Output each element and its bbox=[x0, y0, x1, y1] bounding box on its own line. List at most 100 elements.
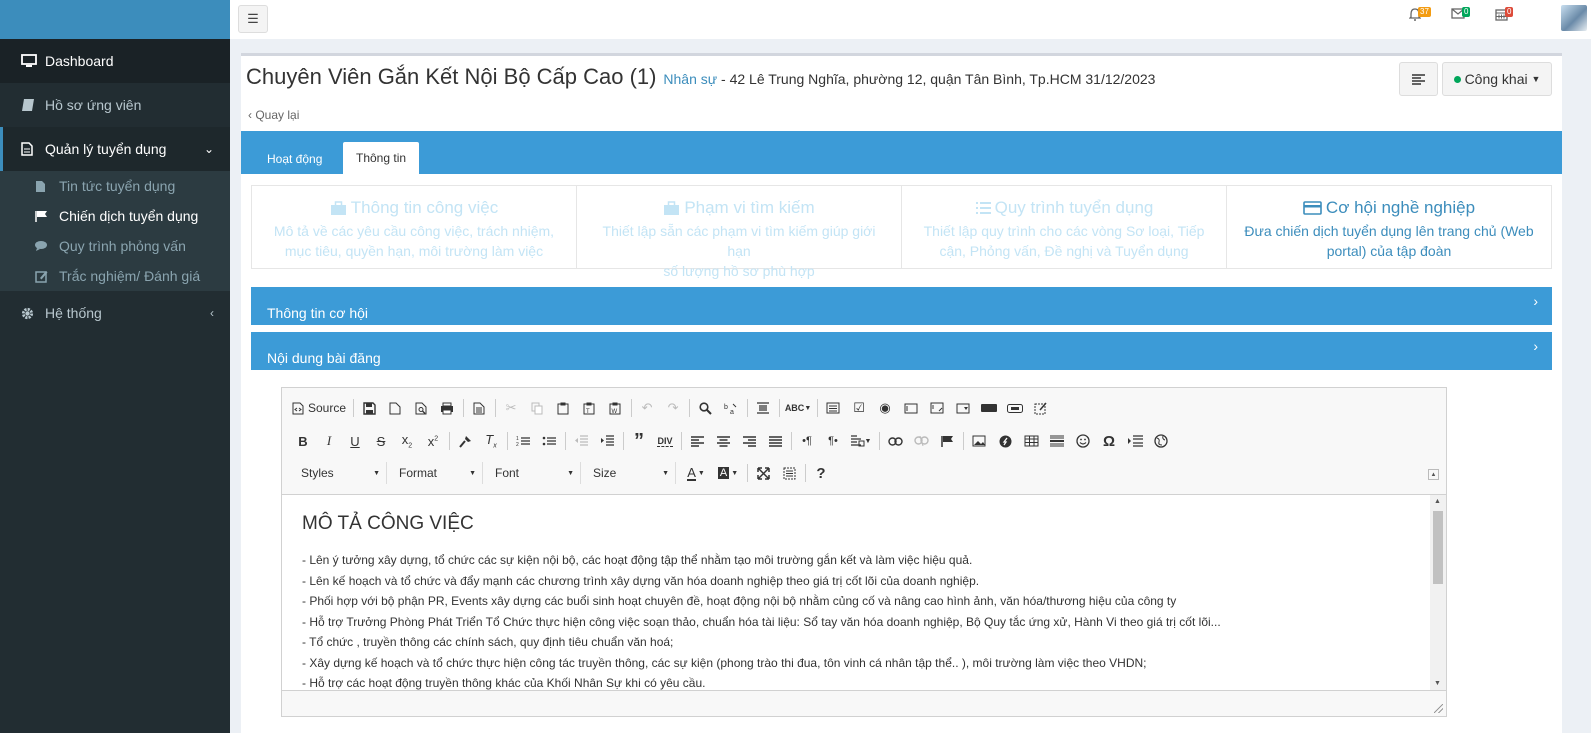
align-left-button[interactable] bbox=[686, 430, 708, 452]
bold-button[interactable]: B bbox=[292, 430, 314, 452]
paste-text-button[interactable]: T bbox=[578, 397, 600, 419]
anchor-button[interactable] bbox=[936, 430, 958, 452]
smiley-button[interactable] bbox=[1072, 430, 1094, 452]
remove-format-button[interactable]: Tx bbox=[480, 430, 502, 452]
messages-button[interactable]: 0 bbox=[1451, 7, 1471, 19]
select-all-button[interactable] bbox=[752, 397, 774, 419]
textfield-button[interactable] bbox=[900, 397, 922, 419]
unlink-button[interactable] bbox=[910, 430, 932, 452]
sidebar-subitem-interview[interactable]: Quy trình phỏng vấn bbox=[0, 231, 230, 261]
superscript-button[interactable]: x2 bbox=[422, 430, 444, 452]
scroll-up-icon[interactable]: ▲ bbox=[1434, 498, 1441, 505]
step-recruitment-process[interactable]: Quy trình tuyển dụng Thiết lập quy trình… bbox=[902, 186, 1227, 268]
sidebar-subitem-campaigns[interactable]: Chiến dịch tuyển dụng bbox=[0, 201, 230, 231]
ltr-button[interactable]: •¶ bbox=[796, 430, 818, 452]
source-button[interactable]: Source bbox=[292, 397, 346, 419]
calendar-button[interactable]: 0 bbox=[1495, 7, 1514, 21]
notifications-button[interactable]: 37 bbox=[1409, 7, 1431, 21]
page-break-button[interactable] bbox=[1124, 430, 1146, 452]
about-button[interactable]: ? bbox=[810, 462, 832, 484]
text-color-button[interactable]: A ▼ bbox=[682, 462, 710, 484]
special-char-button[interactable]: Ω bbox=[1098, 430, 1120, 452]
horizontal-line-button[interactable] bbox=[1046, 430, 1068, 452]
sidebar-subitem-news[interactable]: Tin tức tuyển dụng bbox=[0, 171, 230, 201]
section-opportunity-header[interactable]: Thông tin cơ hội › bbox=[251, 287, 1552, 325]
select-button[interactable] bbox=[952, 397, 974, 419]
status-dropdown[interactable]: Công khai ▼ bbox=[1442, 62, 1552, 96]
create-div-button[interactable]: DIV bbox=[654, 430, 676, 452]
avatar[interactable] bbox=[1561, 5, 1587, 31]
bg-color-button[interactable]: A ▼ bbox=[714, 462, 742, 484]
sidebar-subitem-tests[interactable]: Trắc nghiệm/ Đánh giá bbox=[0, 261, 230, 291]
menu-button[interactable] bbox=[1399, 62, 1438, 96]
blockquote-button[interactable]: ” bbox=[628, 430, 650, 452]
paste-button[interactable] bbox=[552, 397, 574, 419]
sidebar-toggle-button[interactable]: ☰ bbox=[238, 5, 268, 33]
strike-button[interactable]: S bbox=[370, 430, 392, 452]
align-center-button[interactable] bbox=[712, 430, 734, 452]
bulleted-list-button[interactable] bbox=[538, 430, 560, 452]
link-button[interactable] bbox=[884, 430, 906, 452]
redo-button[interactable]: ↷ bbox=[662, 397, 684, 419]
textarea-button[interactable] bbox=[926, 397, 948, 419]
editor-content-area[interactable]: MÔ TẢ CÔNG VIỆC - Lên ý tưởng xây dựng, … bbox=[282, 494, 1446, 691]
outdent-button[interactable] bbox=[570, 430, 592, 452]
size-dropdown[interactable]: Size ▼ bbox=[587, 462, 676, 484]
show-blocks-button[interactable] bbox=[778, 462, 800, 484]
table-button[interactable] bbox=[1020, 430, 1042, 452]
step-search-scope[interactable]: Phạm vi tìm kiếm Thiết lập sẵn các phạm … bbox=[577, 186, 902, 279]
resize-handle-icon[interactable] bbox=[1434, 704, 1443, 713]
checkbox-button[interactable]: ☑ bbox=[848, 397, 870, 419]
scrollbar-thumb[interactable] bbox=[1433, 511, 1443, 584]
italic-button[interactable]: I bbox=[318, 430, 340, 452]
iframe-button[interactable] bbox=[1150, 430, 1172, 452]
copy-format-button[interactable] bbox=[454, 430, 476, 452]
paste-word-button[interactable]: W bbox=[604, 397, 626, 419]
format-dropdown[interactable]: Format ▼ bbox=[393, 462, 483, 484]
rtl-button[interactable]: ¶• bbox=[822, 430, 844, 452]
hidden-field-button[interactable] bbox=[1030, 397, 1052, 419]
sidebar-item-recruitment[interactable]: Quản lý tuyển dụng ⌄ bbox=[0, 127, 230, 171]
button-button[interactable] bbox=[978, 397, 1000, 419]
spellcheck-button[interactable]: ABC ▼ bbox=[784, 397, 812, 419]
language-button[interactable]: ▼ bbox=[848, 430, 874, 452]
numbered-list-button[interactable]: 12 bbox=[512, 430, 534, 452]
flash-button[interactable] bbox=[994, 430, 1016, 452]
image-button[interactable] bbox=[968, 430, 990, 452]
templates-button[interactable] bbox=[468, 397, 490, 419]
sidebar-item-candidates[interactable]: Hồ sơ ứng viên bbox=[0, 83, 230, 127]
align-right-button[interactable] bbox=[738, 430, 760, 452]
justify-button[interactable] bbox=[764, 430, 786, 452]
editor-scrollbar[interactable]: ▲ ▼ bbox=[1430, 495, 1446, 690]
section-post-content-header[interactable]: Nội dung bài đăng › bbox=[251, 332, 1552, 370]
copy-button[interactable] bbox=[526, 397, 548, 419]
tab-activity[interactable]: Hoạt động bbox=[254, 144, 335, 174]
subscript-button[interactable]: x2 bbox=[396, 430, 418, 452]
step-job-info[interactable]: Thông tin công việc Mô tả về các yêu cầu… bbox=[252, 186, 577, 268]
step-career-opportunity[interactable]: Cơ hội nghề nghiệp Đưa chiến dịch tuyển … bbox=[1227, 186, 1551, 268]
editor-document[interactable]: MÔ TẢ CÔNG VIỆC - Lên ý tưởng xây dựng, … bbox=[302, 513, 1422, 690]
undo-button[interactable]: ↶ bbox=[636, 397, 658, 419]
maximize-button[interactable] bbox=[752, 462, 774, 484]
preview-button[interactable] bbox=[410, 397, 432, 419]
radio-button[interactable]: ◉ bbox=[874, 397, 896, 419]
new-page-button[interactable] bbox=[384, 397, 406, 419]
form-button[interactable] bbox=[822, 397, 844, 419]
replace-button[interactable]: ba bbox=[720, 397, 742, 419]
indent-button[interactable] bbox=[596, 430, 618, 452]
scroll-down-icon[interactable]: ▼ bbox=[1434, 680, 1441, 687]
sidebar-item-dashboard[interactable]: Dashboard bbox=[0, 39, 230, 83]
font-dropdown[interactable]: Font ▼ bbox=[489, 462, 581, 484]
image-button-button[interactable] bbox=[1004, 397, 1026, 419]
find-button[interactable] bbox=[694, 397, 716, 419]
department-link[interactable]: Nhân sự bbox=[663, 71, 717, 87]
tab-info[interactable]: Thông tin bbox=[343, 142, 420, 174]
print-button[interactable] bbox=[436, 397, 458, 419]
cut-button[interactable]: ✂ bbox=[500, 397, 522, 419]
back-link[interactable]: ‹ Quay lại bbox=[248, 108, 299, 122]
sidebar-item-system[interactable]: Hệ thống ‹ bbox=[0, 291, 230, 335]
toolbar-collapse-button[interactable]: ▲ bbox=[1428, 469, 1439, 480]
styles-dropdown[interactable]: Styles ▼ bbox=[295, 462, 387, 484]
save-button[interactable] bbox=[358, 397, 380, 419]
underline-button[interactable]: U bbox=[344, 430, 366, 452]
